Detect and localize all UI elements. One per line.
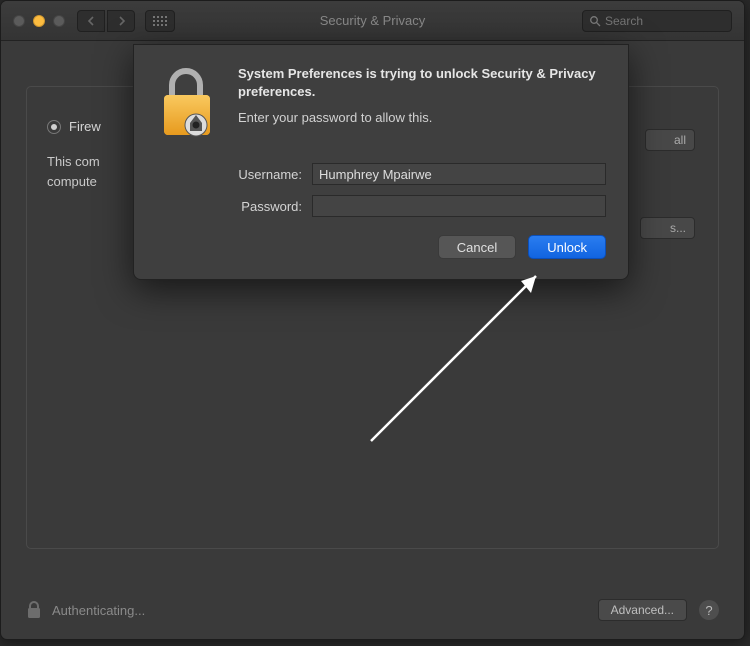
password-label: Password: xyxy=(154,199,312,214)
firewall-radio-label: Firew xyxy=(69,119,101,134)
help-button[interactable]: ? xyxy=(699,600,719,620)
auth-status: Authenticating... xyxy=(52,603,145,618)
forward-button[interactable] xyxy=(107,10,135,32)
firewall-options-button[interactable]: s... xyxy=(640,217,695,239)
lock-icon[interactable] xyxy=(26,600,42,620)
search-icon xyxy=(589,15,601,27)
footer: Authenticating... Advanced... ? xyxy=(26,599,719,621)
chevron-left-icon xyxy=(87,16,96,26)
chevron-right-icon xyxy=(117,16,126,26)
advanced-button[interactable]: Advanced... xyxy=(598,599,687,621)
search-field[interactable] xyxy=(582,10,732,32)
dialog-title: System Preferences is trying to unlock S… xyxy=(238,65,606,100)
window-controls xyxy=(13,15,65,27)
show-all-button[interactable] xyxy=(145,10,175,32)
minimize-window-button[interactable] xyxy=(33,15,45,27)
titlebar: Security & Privacy xyxy=(1,1,744,41)
lock-artwork-icon xyxy=(154,65,220,145)
close-window-button[interactable] xyxy=(13,15,25,27)
radio-icon xyxy=(47,120,61,134)
cancel-button[interactable]: Cancel xyxy=(438,235,516,259)
unlock-button[interactable]: Unlock xyxy=(528,235,606,259)
username-label: Username: xyxy=(154,167,312,182)
back-button[interactable] xyxy=(77,10,105,32)
nav-buttons xyxy=(77,10,135,32)
dialog-subtitle: Enter your password to allow this. xyxy=(238,110,606,125)
username-input[interactable] xyxy=(312,163,606,185)
password-input[interactable] xyxy=(312,195,606,217)
system-preferences-window: Security & Privacy all s... Firew This c… xyxy=(0,0,745,640)
search-input[interactable] xyxy=(605,14,745,28)
auth-dialog: System Preferences is trying to unlock S… xyxy=(133,44,629,280)
firewall-toggle-button[interactable]: all xyxy=(645,129,695,151)
grid-icon xyxy=(153,16,167,26)
zoom-window-button[interactable] xyxy=(53,15,65,27)
